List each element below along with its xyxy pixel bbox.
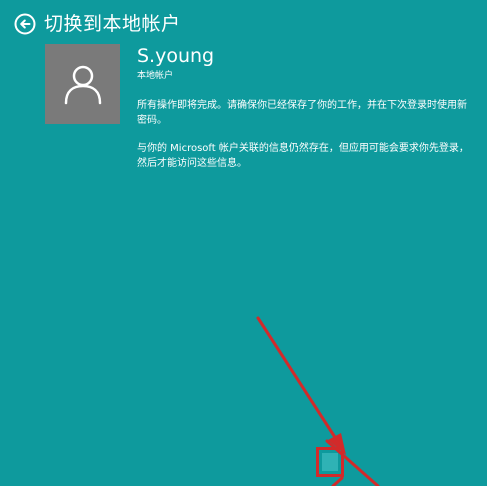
account-name: S.young: [137, 45, 215, 67]
header: 切换到本地帐户: [14, 10, 181, 38]
next-button-face: [322, 453, 338, 471]
info-paragraph-save-work: 所有操作即将完成。请确保你已经保存了你的工作，并在下次登录时使用新密码。: [137, 100, 467, 126]
user-silhouette-icon: [64, 65, 101, 105]
account-type: 本地帐户: [137, 71, 174, 81]
next-button[interactable]: [316, 447, 344, 477]
back-button[interactable]: [14, 13, 36, 35]
info-paragraph-microsoft-account: 与你的 Microsoft 帐户关联的信息仍然存在，但应用可能会要求你先登录，然…: [137, 143, 469, 169]
page-title: 切换到本地帐户: [44, 13, 181, 35]
avatar: [45, 44, 120, 124]
back-arrow-circle-icon: [14, 13, 36, 35]
